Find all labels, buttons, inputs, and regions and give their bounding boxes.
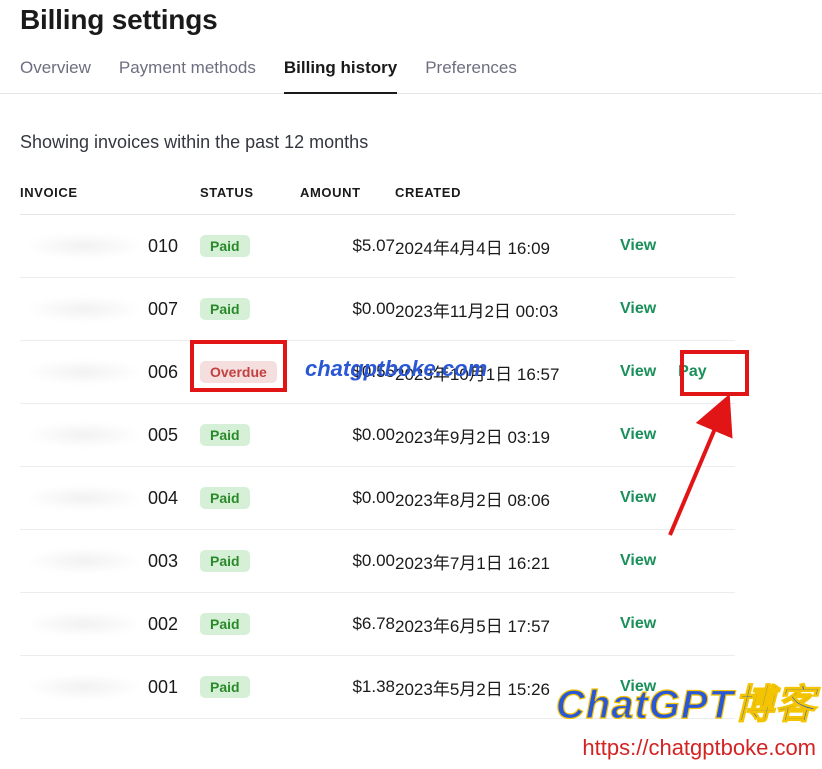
tab-billing-history[interactable]: Billing history xyxy=(284,54,397,94)
invoice-id-suffix: 006 xyxy=(148,362,178,383)
view-button[interactable]: View xyxy=(620,678,656,696)
invoice-id-redacted xyxy=(24,296,144,322)
invoice-amount: $6.78 xyxy=(300,593,395,656)
invoice-amount: $0.00 xyxy=(300,467,395,530)
invoice-id-redacted xyxy=(24,485,144,511)
col-amount: AMOUNT xyxy=(300,177,395,215)
status-badge: Paid xyxy=(200,298,250,320)
invoice-id-redacted xyxy=(24,359,144,385)
table-row: 003 Paid $0.002023年7月1日 16:21View xyxy=(20,530,735,593)
tabs: Overview Payment methods Billing history… xyxy=(0,54,822,94)
invoice-created: 2023年8月2日 08:06 xyxy=(395,467,620,530)
tab-preferences[interactable]: Preferences xyxy=(425,54,517,94)
invoice-id-suffix: 005 xyxy=(148,425,178,446)
page-title: Billing settings xyxy=(20,4,802,36)
watermark-url: https://chatgptboke.com xyxy=(556,735,816,761)
view-button[interactable]: View xyxy=(620,300,656,318)
invoice-id-suffix: 003 xyxy=(148,551,178,572)
col-created: CREATED xyxy=(395,177,620,215)
invoice-id-redacted xyxy=(24,422,144,448)
invoice-id-suffix: 007 xyxy=(148,299,178,320)
invoice-id-redacted xyxy=(24,233,144,259)
col-status: STATUS xyxy=(200,177,300,215)
view-button[interactable]: View xyxy=(620,552,656,570)
pay-button[interactable]: Pay xyxy=(678,363,706,381)
status-badge: Overdue xyxy=(200,361,277,383)
invoice-amount: $5.07 xyxy=(300,215,395,278)
range-caption: Showing invoices within the past 12 mont… xyxy=(20,132,802,153)
view-button[interactable]: View xyxy=(620,615,656,633)
status-badge: Paid xyxy=(200,487,250,509)
table-row: 010 Paid $5.072024年4月4日 16:09View xyxy=(20,215,735,278)
invoice-created: 2023年6月5日 17:57 xyxy=(395,593,620,656)
invoice-created: 2023年10月1日 16:57 xyxy=(395,341,620,404)
invoice-id-redacted xyxy=(24,611,144,637)
invoice-id-suffix: 010 xyxy=(148,236,178,257)
status-badge: Paid xyxy=(200,613,250,635)
status-badge: Paid xyxy=(200,676,250,698)
tab-overview[interactable]: Overview xyxy=(20,54,91,94)
invoice-id-redacted xyxy=(24,674,144,700)
invoice-id-suffix: 002 xyxy=(148,614,178,635)
invoice-id-suffix: 001 xyxy=(148,677,178,698)
table-row: 004 Paid $0.002023年8月2日 08:06View xyxy=(20,467,735,530)
invoice-created: 2023年7月1日 16:21 xyxy=(395,530,620,593)
invoice-created: 2023年11月2日 00:03 xyxy=(395,278,620,341)
table-row: 002 Paid $6.782023年6月5日 17:57View xyxy=(20,593,735,656)
invoice-created: 2023年5月2日 15:26 xyxy=(395,656,620,719)
table-row: 006 Overdue $0.552023年10月1日 16:57View Pay xyxy=(20,341,735,404)
view-button[interactable]: View xyxy=(620,489,656,507)
table-row: 007 Paid $0.002023年11月2日 00:03View xyxy=(20,278,735,341)
view-button[interactable]: View xyxy=(620,363,656,381)
table-row: 005 Paid $0.002023年9月2日 03:19View xyxy=(20,404,735,467)
invoices-table: INVOICE STATUS AMOUNT CREATED 010 Paid $5.… xyxy=(20,177,735,719)
invoice-created: 2023年9月2日 03:19 xyxy=(395,404,620,467)
invoice-id-redacted xyxy=(24,548,144,574)
status-badge: Paid xyxy=(200,550,250,572)
view-button[interactable]: View xyxy=(620,426,656,444)
invoice-amount: $0.00 xyxy=(300,278,395,341)
invoice-id-suffix: 004 xyxy=(148,488,178,509)
status-badge: Paid xyxy=(200,424,250,446)
view-button[interactable]: View xyxy=(620,237,656,255)
tab-payment-methods[interactable]: Payment methods xyxy=(119,54,256,94)
invoice-created: 2024年4月4日 16:09 xyxy=(395,215,620,278)
table-row: 001 Paid $1.382023年5月2日 15:26View xyxy=(20,656,735,719)
invoice-amount: $0.00 xyxy=(300,404,395,467)
invoice-amount: $0.00 xyxy=(300,530,395,593)
col-invoice: INVOICE xyxy=(20,177,200,215)
status-badge: Paid xyxy=(200,235,250,257)
invoice-amount: $1.38 xyxy=(300,656,395,719)
invoice-amount: $0.55 xyxy=(300,341,395,404)
